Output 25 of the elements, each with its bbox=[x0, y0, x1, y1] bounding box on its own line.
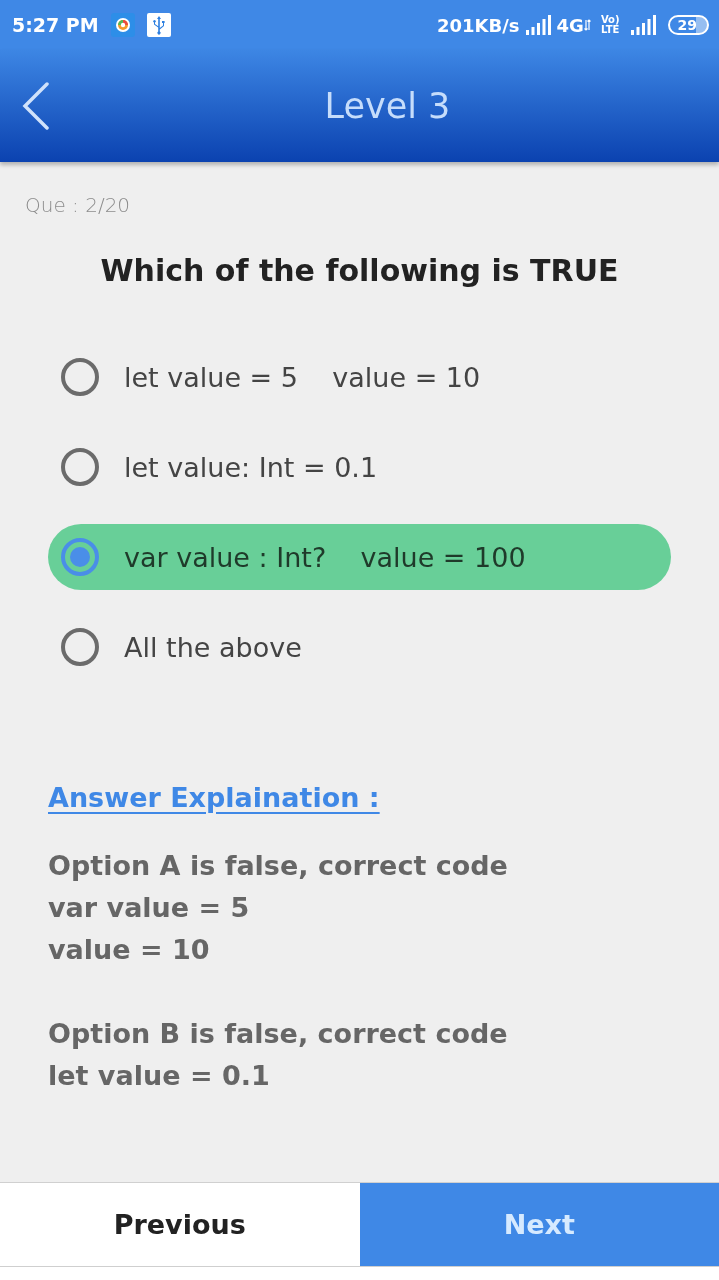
gallery-app-icon bbox=[110, 13, 135, 37]
signal-icon bbox=[629, 15, 658, 35]
network-type: 4G bbox=[556, 14, 584, 36]
explanation-text: Option B is false, correct code let value = 0.1 bbox=[48, 1017, 508, 1093]
volte-indicator: Vo) LTE bbox=[600, 15, 620, 35]
back-button[interactable] bbox=[21, 81, 51, 131]
data-arrows-icon bbox=[583, 19, 591, 31]
explanation-heading: Answer Explaination : bbox=[48, 781, 380, 815]
answer-option[interactable]: var value : Int? value = 100 bbox=[48, 524, 671, 590]
answer-option[interactable]: let value: Int = 0.1 bbox=[48, 434, 671, 500]
radio-button[interactable] bbox=[61, 628, 99, 666]
answer-option[interactable]: let value = 5 value = 10 bbox=[48, 344, 671, 410]
radio-button[interactable] bbox=[61, 358, 99, 396]
signal-icon bbox=[524, 15, 553, 35]
screen-title: Level 3 bbox=[323, 86, 452, 126]
battery-indicator: 29 bbox=[667, 15, 709, 35]
network-speed: 201KB/s bbox=[437, 14, 520, 36]
status-time: 5:27 PM bbox=[12, 14, 99, 36]
explanation-text: Option A is false, correct code var value = 5 value = 10 bbox=[48, 849, 508, 967]
question-counter: Que : 2/20 bbox=[25, 192, 131, 219]
radio-button[interactable] bbox=[61, 448, 99, 486]
question-text: Which of the following is TRUE bbox=[100, 252, 619, 290]
answer-option[interactable]: All the above bbox=[48, 614, 671, 680]
radio-button[interactable] bbox=[61, 538, 99, 576]
usb-icon bbox=[146, 13, 171, 37]
